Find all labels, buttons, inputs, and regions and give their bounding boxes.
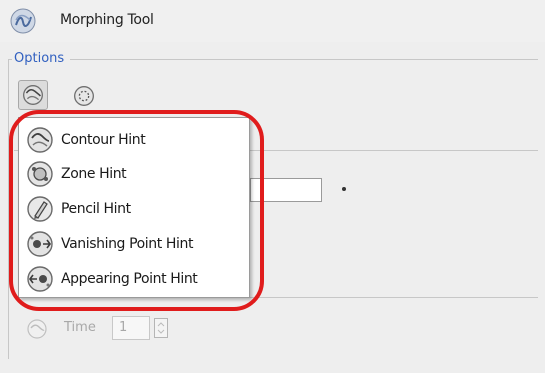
- zone-hint-tool-button[interactable]: [70, 82, 100, 112]
- contour-hint-icon: [23, 85, 43, 105]
- time-icon: [27, 319, 47, 339]
- contour-hint-icon: [27, 127, 53, 153]
- hint-type-menu: Contour Hint Zone Hint Pencil Hint Vanis…: [18, 117, 250, 298]
- stepper-arrows-icon: [157, 322, 165, 334]
- morphing-tool-panel: Morphing Tool Options Time 1 Contour Hin…: [0, 0, 545, 373]
- options-frame-left: [8, 59, 9, 359]
- menu-item-label: Appearing Point Hint: [61, 271, 198, 287]
- zone-hint-icon: [74, 86, 94, 106]
- menu-item-appearing-point-hint[interactable]: Appearing Point Hint: [23, 263, 247, 295]
- time-value: 1: [119, 320, 128, 335]
- zone-hint-icon: [27, 161, 53, 187]
- time-label: Time: [64, 320, 96, 335]
- menu-item-label: Vanishing Point Hint: [61, 236, 194, 252]
- menu-item-zone-hint[interactable]: Zone Hint: [23, 158, 247, 190]
- title-bar: Morphing Tool: [0, 0, 545, 42]
- unit-dot: [342, 187, 346, 191]
- appearing-point-hint-icon: [27, 266, 53, 292]
- menu-item-label: Pencil Hint: [61, 201, 131, 217]
- menu-item-contour-hint[interactable]: Contour Hint: [23, 124, 247, 156]
- menu-item-pencil-hint[interactable]: Pencil Hint: [23, 193, 247, 225]
- window-title: Morphing Tool: [60, 12, 154, 28]
- contour-hint-tool-button[interactable]: [18, 80, 48, 110]
- time-stepper[interactable]: [154, 318, 168, 338]
- options-label: Options: [12, 51, 67, 66]
- pencil-hint-icon: [27, 196, 53, 222]
- hidden-value-field[interactable]: [250, 178, 322, 202]
- morphing-tool-icon: [10, 8, 36, 34]
- menu-item-label: Zone Hint: [61, 166, 127, 182]
- vanishing-point-hint-icon: [27, 231, 53, 257]
- menu-item-vanishing-point-hint[interactable]: Vanishing Point Hint: [23, 228, 247, 260]
- options-frame-top-right: [70, 59, 538, 60]
- menu-item-label: Contour Hint: [61, 132, 146, 148]
- time-input[interactable]: 1: [112, 316, 150, 340]
